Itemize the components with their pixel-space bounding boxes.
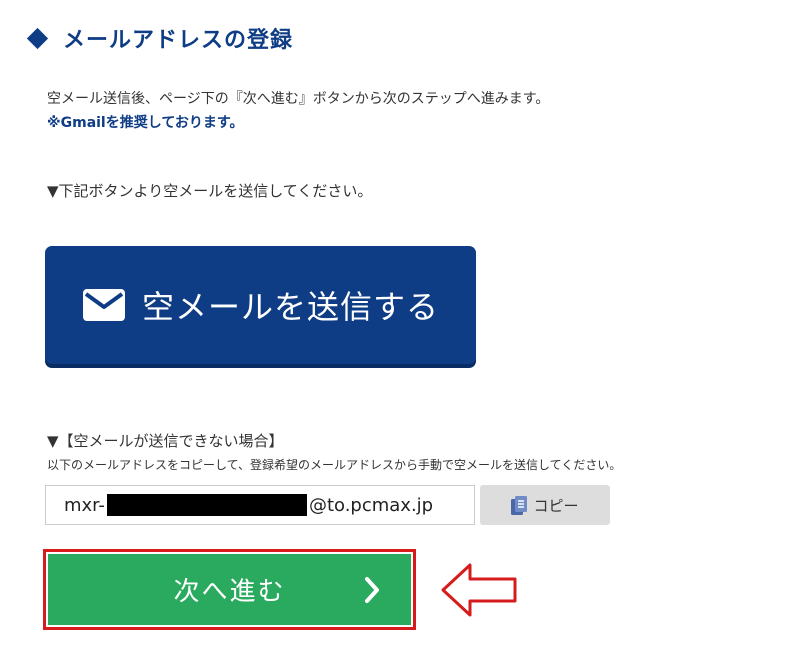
chevron-right-icon [365,577,379,603]
copy-button[interactable]: コピー [480,485,610,525]
fallback-title: ▼【空メールが送信できない場合】 [47,432,284,450]
next-step-button[interactable]: 次へ進む [48,554,411,625]
copy-button-label: コピー [533,496,579,515]
envelope-icon [82,289,125,321]
email-address-field[interactable]: mxr- @to.pcmax.jp [45,485,475,525]
email-prefix: mxr- [64,494,105,516]
redacted-block [106,494,307,516]
intro-text: 空メール送信後、ページ下の『次へ進む』ボタンから次のステップへ進みます。 [47,91,550,107]
fallback-description: 以下のメールアドレスをコピーして、登録希望のメールアドレスから手動で空メールを送… [47,458,622,472]
copy-icon [511,495,528,515]
email-suffix: @to.pcmax.jp [308,494,434,516]
diamond-bullet-icon [26,27,49,49]
arrow-left-icon [441,563,517,617]
send-empty-mail-button[interactable]: 空メールを送信する [45,246,476,364]
gmail-note: ※Gmailを推奨しております。 [47,115,244,131]
send-button-label: 空メールを送信する [141,288,439,326]
next-button-label: 次へ進む [173,577,286,607]
section-heading: メールアドレスの登録 [26,22,294,54]
page-title: メールアドレスの登録 [63,28,294,53]
send-instruction: ▼下記ボタンより空メールを送信してください。 [47,182,373,200]
